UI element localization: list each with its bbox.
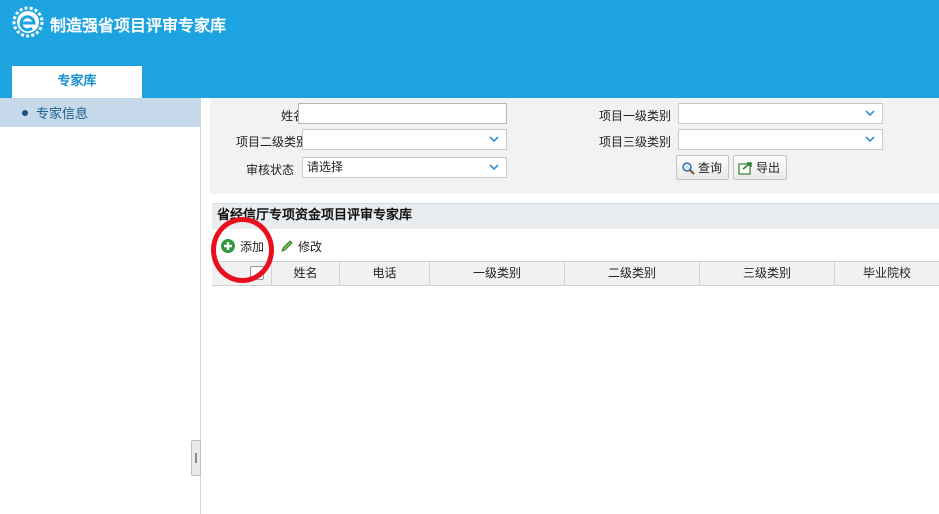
- level1-label: 项目一级类别: [598, 109, 671, 123]
- chevron-down-icon: [489, 136, 499, 143]
- chevron-down-icon: [489, 164, 499, 171]
- level3-select[interactable]: [678, 129, 883, 150]
- plus-icon: [221, 239, 235, 253]
- app-logo-icon: [12, 6, 44, 38]
- name-label: 姓名: [280, 109, 305, 123]
- sidebar: 专家信息: [0, 98, 201, 514]
- column-header[interactable]: 电话: [340, 262, 430, 285]
- sidebar-item-label: 专家信息: [36, 107, 89, 122]
- column-header[interactable]: 二级类别: [565, 262, 700, 285]
- export-icon: [738, 161, 752, 175]
- grid-header: 姓名 电话 一级类别 二级类别 三级类别 毕业院校: [212, 261, 939, 286]
- status-select[interactable]: 请选择: [302, 157, 507, 178]
- export-button[interactable]: 导出: [733, 155, 788, 180]
- column-header[interactable]: 姓名: [272, 262, 340, 285]
- query-button-label: 查询: [698, 161, 723, 175]
- chevron-down-icon: [865, 110, 875, 117]
- grip-icon: [195, 453, 197, 463]
- add-button-label: 添加: [240, 239, 265, 254]
- export-button-label: 导出: [756, 161, 781, 175]
- grid-title: 省经信厅专项资金项目评审专家库: [212, 203, 939, 229]
- level1-select[interactable]: [678, 103, 883, 124]
- magnifier-icon: [682, 161, 695, 175]
- select-all-checkbox[interactable]: [250, 266, 264, 280]
- pencil-icon: [281, 240, 293, 252]
- column-header[interactable]: 毕业院校: [835, 262, 939, 285]
- name-input[interactable]: [298, 103, 507, 124]
- grid-body: [212, 286, 939, 514]
- level3-label: 项目三级类别: [598, 135, 671, 149]
- app-title: 制造强省项目评审专家库: [50, 16, 227, 35]
- chevron-down-icon: [865, 136, 875, 143]
- level2-label: 项目二级类别: [235, 135, 308, 149]
- status-value: 请选择: [307, 160, 344, 174]
- search-panel: 姓名 项目一级类别 项目二级类别 项目三级类别 审核状态 请选择 查询 导出: [210, 98, 939, 194]
- edit-button-label: 修改: [298, 239, 323, 254]
- column-header[interactable]: 一级类别: [430, 262, 565, 285]
- level2-select[interactable]: [302, 129, 507, 150]
- checkbox-column: [212, 262, 272, 285]
- grid-toolbar: 添加 修改: [212, 229, 939, 261]
- query-button[interactable]: 查询: [676, 155, 730, 180]
- status-label: 审核状态: [245, 163, 294, 177]
- column-header[interactable]: 三级类别: [700, 262, 835, 285]
- sidebar-splitter-handle[interactable]: [191, 440, 201, 476]
- tab-expert-library[interactable]: 专家库: [12, 66, 142, 98]
- edit-button[interactable]: 修改: [280, 235, 322, 257]
- bullet-dot-icon: [22, 109, 28, 116]
- sidebar-item-expert-info[interactable]: 专家信息: [0, 98, 200, 127]
- app-header: 制造强省项目评审专家库 专家库: [0, 0, 939, 98]
- add-button[interactable]: 添加: [220, 235, 264, 257]
